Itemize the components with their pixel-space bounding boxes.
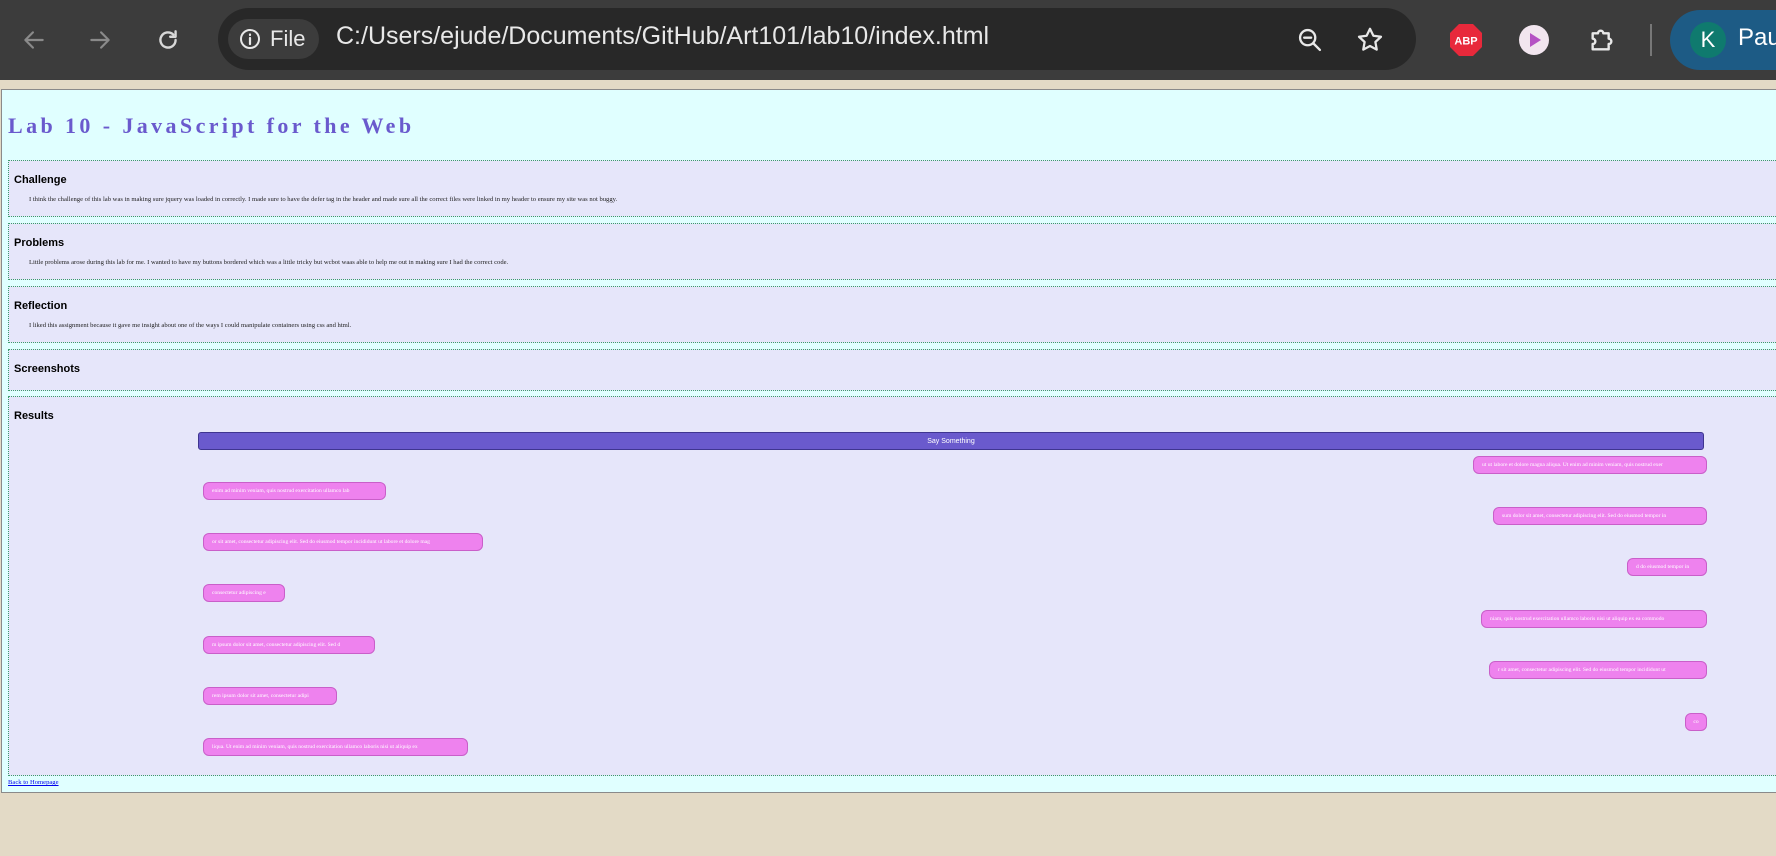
bookmark-star-icon[interactable] bbox=[1354, 24, 1386, 56]
address-bar[interactable]: File C:/Users/ejude/Documents/GitHub/Art… bbox=[218, 8, 1416, 70]
section-title: Problems bbox=[14, 237, 65, 249]
adblock-plus-icon[interactable]: ABP bbox=[1448, 22, 1484, 58]
info-icon bbox=[238, 27, 262, 51]
section-title: Reflection bbox=[14, 300, 68, 312]
profile-label: Paus bbox=[1738, 24, 1776, 51]
profile-button[interactable]: K Paus bbox=[1670, 10, 1776, 70]
section-title: Results bbox=[14, 410, 54, 422]
browser-toolbar: File C:/Users/ejude/Documents/GitHub/Art… bbox=[0, 0, 1776, 80]
section-title: Screenshots bbox=[14, 363, 81, 375]
url-text[interactable]: C:/Users/ejude/Documents/GitHub/Art101/l… bbox=[336, 22, 989, 51]
section-title: Challenge bbox=[14, 174, 67, 186]
avatar: K bbox=[1690, 22, 1726, 58]
toolbar-divider bbox=[1650, 24, 1652, 56]
section-text: I think the challenge of this lab was in… bbox=[29, 196, 618, 203]
message-bubble: consectetur adipiscing e bbox=[203, 584, 285, 602]
section-text: I liked this assignment because it gave … bbox=[29, 322, 352, 329]
screenshots-section: Screenshots bbox=[8, 349, 1776, 391]
message-bubble: ut ut labore et dolore magna aliqua. Ut … bbox=[1473, 456, 1707, 474]
message-bubble: d do eiusmod tempor in bbox=[1627, 558, 1707, 576]
problems-section: Problems Little problems arose during th… bbox=[8, 223, 1776, 280]
message-bubble: liqua. Ut enim ad minim veniam, quis nos… bbox=[203, 738, 468, 756]
message-bubble: rem ipsum dolor sit amet, consectetur ad… bbox=[203, 687, 337, 705]
message-bubble: enim ad minim veniam, quis nostrud exerc… bbox=[203, 482, 386, 500]
reload-icon[interactable] bbox=[148, 20, 188, 60]
reflection-section: Reflection I liked this assignment becau… bbox=[8, 286, 1776, 343]
message-bubble: r sit amet, consectetur adipiscing elit.… bbox=[1489, 661, 1707, 679]
say-something-button[interactable]: Say Something bbox=[198, 432, 1704, 450]
page-title: Lab 10 - JavaScript for the Web bbox=[8, 113, 415, 138]
challenge-section: Challenge I think the challenge of this … bbox=[8, 160, 1776, 217]
zoom-out-icon[interactable] bbox=[1294, 24, 1326, 56]
web-page: Lab 10 - JavaScript for the Web Challeng… bbox=[1, 89, 1776, 793]
back-arrow-icon[interactable] bbox=[14, 20, 54, 60]
site-info-chip[interactable]: File bbox=[228, 19, 319, 59]
forward-arrow-icon[interactable] bbox=[80, 20, 120, 60]
message-bubble: niam, quis nostrud exercitation ullamco … bbox=[1481, 610, 1707, 628]
puzzle-extensions-icon[interactable] bbox=[1584, 22, 1620, 58]
message-bubble: m ipsum dolor sit amet, consectetur adip… bbox=[203, 636, 375, 654]
media-player-icon[interactable] bbox=[1516, 22, 1552, 58]
back-to-homepage-link[interactable]: Back to Homepage bbox=[8, 779, 59, 786]
message-bubble: co bbox=[1685, 713, 1707, 731]
message-bubble: or sit amet, consectetur adipiscing elit… bbox=[203, 533, 483, 551]
message-bubble: sum dolor sit amet, consectetur adipisci… bbox=[1493, 507, 1707, 525]
section-text: Little problems arose during this lab fo… bbox=[29, 259, 509, 266]
site-info-label: File bbox=[270, 26, 306, 51]
svg-text:ABP: ABP bbox=[1454, 36, 1477, 48]
